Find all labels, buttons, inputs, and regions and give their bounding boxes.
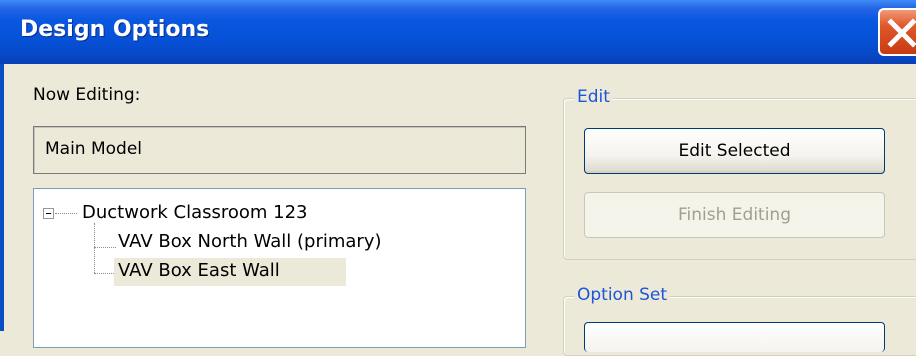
option-set-group-label: Option Set	[574, 285, 671, 305]
edit-selected-button[interactable]: Edit Selected	[584, 128, 885, 174]
option-set-button[interactable]	[584, 322, 885, 352]
tree-connector	[94, 223, 95, 273]
title-bar: Design Options	[0, 0, 916, 64]
window-title: Design Options	[20, 17, 210, 42]
close-x-icon	[887, 18, 916, 48]
tree-item-option[interactable]: VAV Box North Wall (primary)	[118, 231, 382, 252]
tree-connector	[94, 273, 116, 274]
now-editing-field: Main Model	[33, 126, 526, 174]
tree-connector	[94, 247, 116, 248]
edit-group-label: Edit	[574, 87, 613, 107]
tree-item-option-selected[interactable]: VAV Box East Wall	[118, 260, 280, 281]
finish-editing-button[interactable]: Finish Editing	[584, 192, 885, 238]
collapse-minus-icon[interactable]	[43, 208, 54, 219]
now-editing-value: Main Model	[45, 139, 143, 159]
design-options-tree[interactable]: Ductwork Classroom 123 VAV Box North Wal…	[33, 188, 526, 348]
tree-connector	[55, 213, 77, 214]
now-editing-label: Now Editing:	[33, 85, 141, 105]
close-button[interactable]	[878, 8, 916, 56]
tree-item-root[interactable]: Ductwork Classroom 123	[82, 202, 308, 223]
